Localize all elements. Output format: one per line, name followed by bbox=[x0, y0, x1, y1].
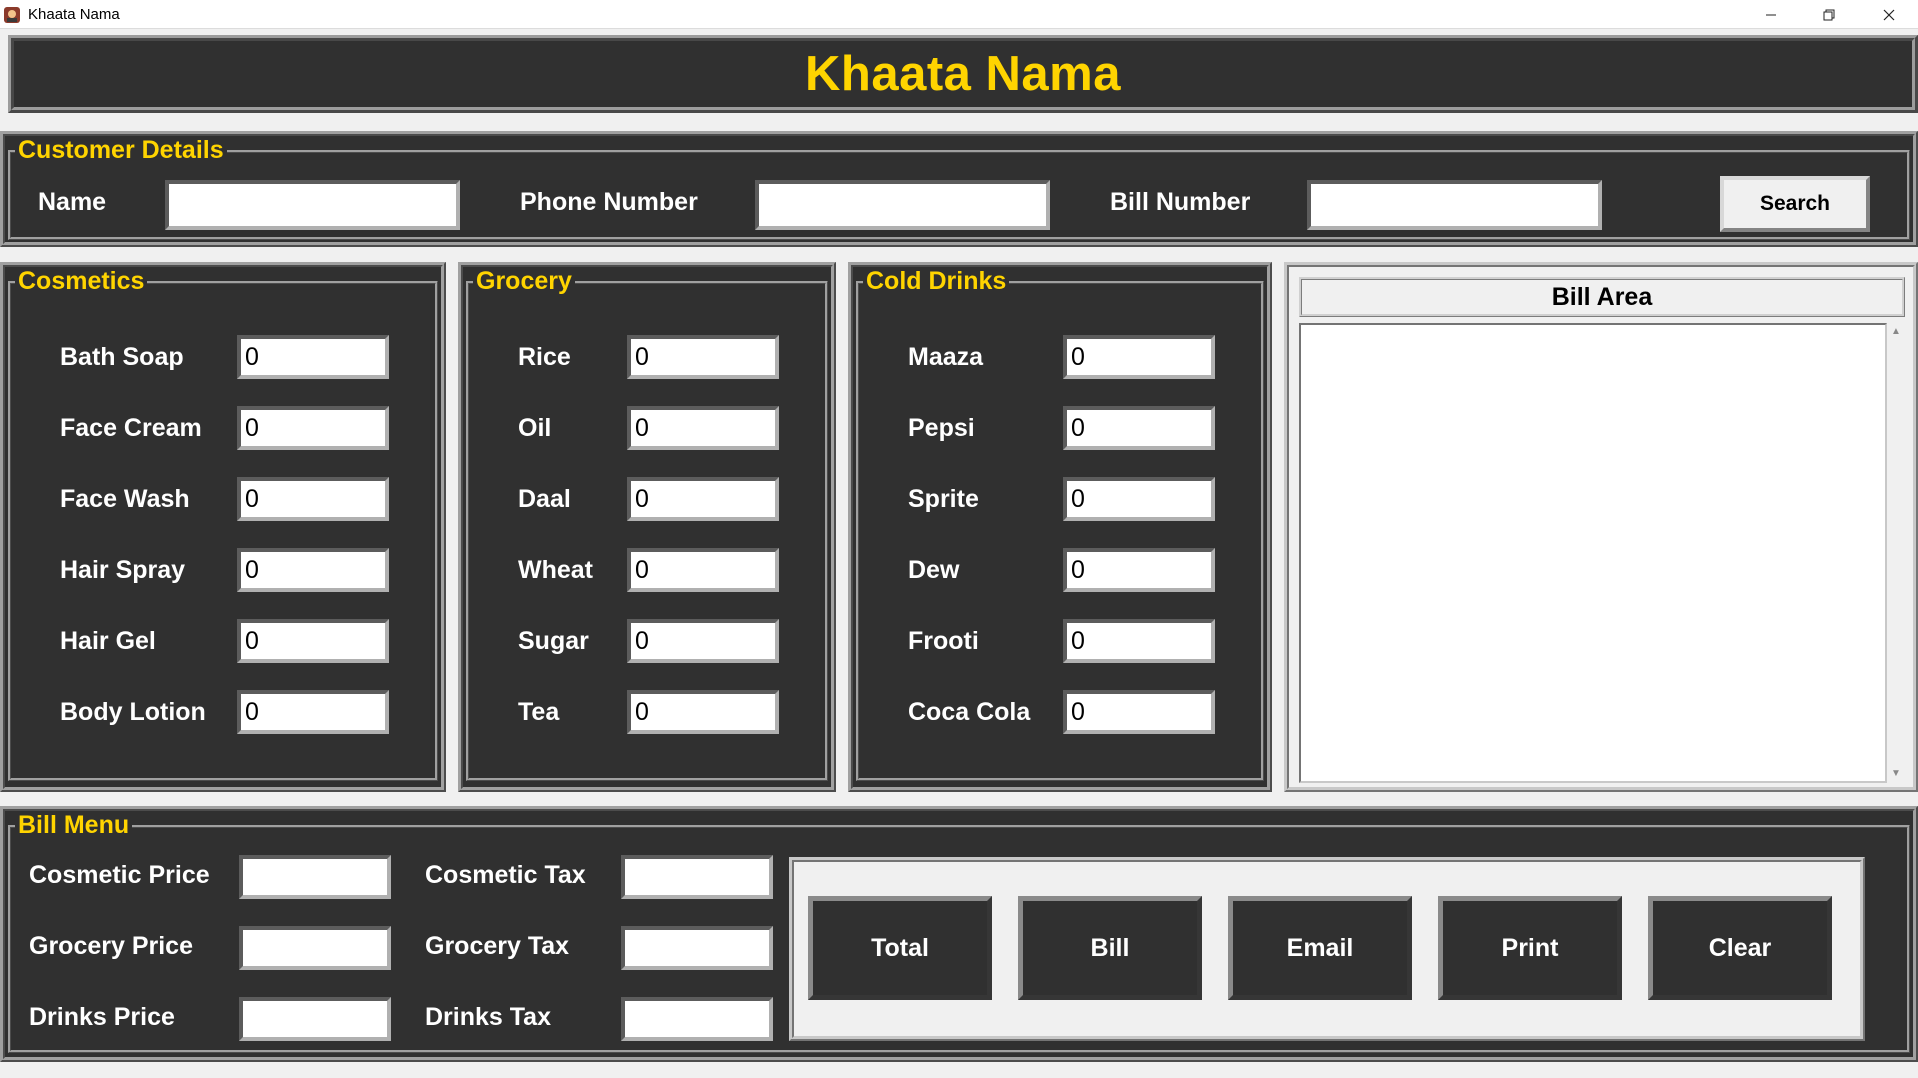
grocery-tax-label: Grocery Tax bbox=[425, 932, 570, 960]
drinks-item-label: Maaza bbox=[908, 343, 984, 371]
total-button[interactable]: Total bbox=[808, 896, 992, 1000]
name-input[interactable] bbox=[165, 180, 460, 230]
drinks-quantity-input[interactable] bbox=[1063, 548, 1215, 592]
cosmetics-panel: Cosmetics Bath Soap Face Cream Face Wash Ha… bbox=[0, 262, 446, 792]
cosmetics-item-label: Hair Gel bbox=[60, 627, 156, 655]
grocery-quantity-input[interactable] bbox=[627, 477, 779, 521]
cosmetics-quantity-input[interactable] bbox=[237, 619, 389, 663]
search-button[interactable]: Search bbox=[1720, 176, 1870, 232]
drinks-tax-input[interactable] bbox=[621, 997, 773, 1041]
drinks-quantity-input[interactable] bbox=[1063, 477, 1215, 521]
close-icon bbox=[1883, 9, 1895, 20]
bill-number-label: Bill Number bbox=[1110, 188, 1251, 216]
drinks-quantity-input[interactable] bbox=[1063, 690, 1215, 734]
bill-menu-panel: Bill Menu Cosmetic Price Grocery Price D… bbox=[0, 806, 1918, 1062]
drinks-quantity-input[interactable] bbox=[1063, 335, 1215, 379]
scroll-down-icon[interactable]: ▼ bbox=[1891, 769, 1901, 779]
bill-area-title: Bill Area bbox=[1299, 277, 1905, 317]
cosmetics-quantity-input[interactable] bbox=[237, 690, 389, 734]
action-buttons-frame: Total Bill Email Print Clear bbox=[789, 857, 1865, 1041]
cosmetic-tax-input[interactable] bbox=[621, 855, 773, 899]
bill-menu-legend: Bill Menu bbox=[15, 811, 133, 839]
cosmetics-quantity-input[interactable] bbox=[237, 406, 389, 450]
cosmetics-quantity-input[interactable] bbox=[237, 477, 389, 521]
grocery-quantity-input[interactable] bbox=[627, 548, 779, 592]
cold-drinks-panel: Cold Drinks Maaza Pepsi Sprite Dew Frooti Coc… bbox=[848, 262, 1272, 792]
grocery-quantity-input[interactable] bbox=[627, 690, 779, 734]
drinks-item-label: Frooti bbox=[908, 627, 979, 655]
grocery-quantity-input[interactable] bbox=[627, 406, 779, 450]
drinks-item-label: Sprite bbox=[908, 485, 979, 513]
minimize-button[interactable] bbox=[1742, 0, 1800, 29]
restore-icon bbox=[1823, 9, 1835, 20]
grocery-item-label: Tea bbox=[518, 698, 560, 726]
cosmetics-quantity-input[interactable] bbox=[237, 548, 389, 592]
drinks-tax-label: Drinks Tax bbox=[425, 1003, 551, 1031]
grocery-legend: Grocery bbox=[473, 267, 575, 295]
cosmetics-item-label: Face Wash bbox=[60, 485, 190, 513]
grocery-item-label: Oil bbox=[518, 414, 552, 442]
cosmetics-item-label: Bath Soap bbox=[60, 343, 184, 371]
name-label: Name bbox=[38, 188, 107, 216]
cosmetics-legend: Cosmetics bbox=[15, 267, 148, 295]
window-title: Khaata Nama bbox=[28, 6, 120, 23]
grocery-panel: Grocery Rice Oil Daal Wheat Sugar Tea bbox=[458, 262, 836, 792]
bill-button[interactable]: Bill bbox=[1018, 896, 1202, 1000]
drinks-item-label: Coca Cola bbox=[908, 698, 1031, 726]
cosmetics-quantity-input[interactable] bbox=[237, 335, 389, 379]
grocery-item-label: Daal bbox=[518, 485, 571, 513]
customer-details-panel: Customer Details Name Phone Number Bill … bbox=[0, 131, 1918, 247]
bill-area-scrollbar[interactable]: ▲ ▼ bbox=[1887, 323, 1905, 783]
grocery-price-label: Grocery Price bbox=[29, 932, 193, 960]
customer-details-legend: Customer Details bbox=[15, 136, 227, 164]
cosmetics-item-label: Face Cream bbox=[60, 414, 202, 442]
phone-number-input[interactable] bbox=[755, 180, 1050, 230]
drinks-quantity-input[interactable] bbox=[1063, 619, 1215, 663]
print-button[interactable]: Print bbox=[1438, 896, 1622, 1000]
cosmetics-item-label: Hair Spray bbox=[60, 556, 186, 584]
app-title: Khaata Nama bbox=[805, 47, 1121, 101]
phone-number-label: Phone Number bbox=[520, 188, 698, 216]
email-button[interactable]: Email bbox=[1228, 896, 1412, 1000]
grocery-item-label: Sugar bbox=[518, 627, 589, 655]
cosmetics-item-label: Body Lotion bbox=[60, 698, 206, 726]
scroll-up-icon[interactable]: ▲ bbox=[1891, 327, 1901, 337]
grocery-item-label: Wheat bbox=[518, 556, 593, 584]
app-header: Khaata Nama bbox=[8, 35, 1918, 113]
grocery-item-label: Rice bbox=[518, 343, 571, 371]
grocery-quantity-input[interactable] bbox=[627, 335, 779, 379]
grocery-quantity-input[interactable] bbox=[627, 619, 779, 663]
grocery-tax-input[interactable] bbox=[621, 926, 773, 970]
clear-button[interactable]: Clear bbox=[1648, 896, 1832, 1000]
cosmetic-price-input[interactable] bbox=[239, 855, 391, 899]
close-button[interactable] bbox=[1860, 0, 1918, 29]
grocery-price-input[interactable] bbox=[239, 926, 391, 970]
cosmetic-price-label: Cosmetic Price bbox=[29, 861, 210, 889]
drinks-price-input[interactable] bbox=[239, 997, 391, 1041]
app-icon bbox=[3, 6, 21, 24]
window-titlebar: Khaata Nama bbox=[0, 0, 1918, 29]
cold-drinks-legend: Cold Drinks bbox=[863, 267, 1010, 295]
bill-area-text[interactable] bbox=[1299, 323, 1887, 783]
drinks-price-label: Drinks Price bbox=[29, 1003, 175, 1031]
minimize-icon bbox=[1766, 14, 1776, 15]
drinks-item-label: Pepsi bbox=[908, 414, 975, 442]
drinks-quantity-input[interactable] bbox=[1063, 406, 1215, 450]
bill-area-panel: Bill Area ▲ ▼ bbox=[1284, 262, 1918, 792]
restore-button[interactable] bbox=[1800, 0, 1858, 29]
cosmetic-tax-label: Cosmetic Tax bbox=[425, 861, 586, 889]
bill-number-input[interactable] bbox=[1307, 180, 1602, 230]
drinks-item-label: Dew bbox=[908, 556, 960, 584]
